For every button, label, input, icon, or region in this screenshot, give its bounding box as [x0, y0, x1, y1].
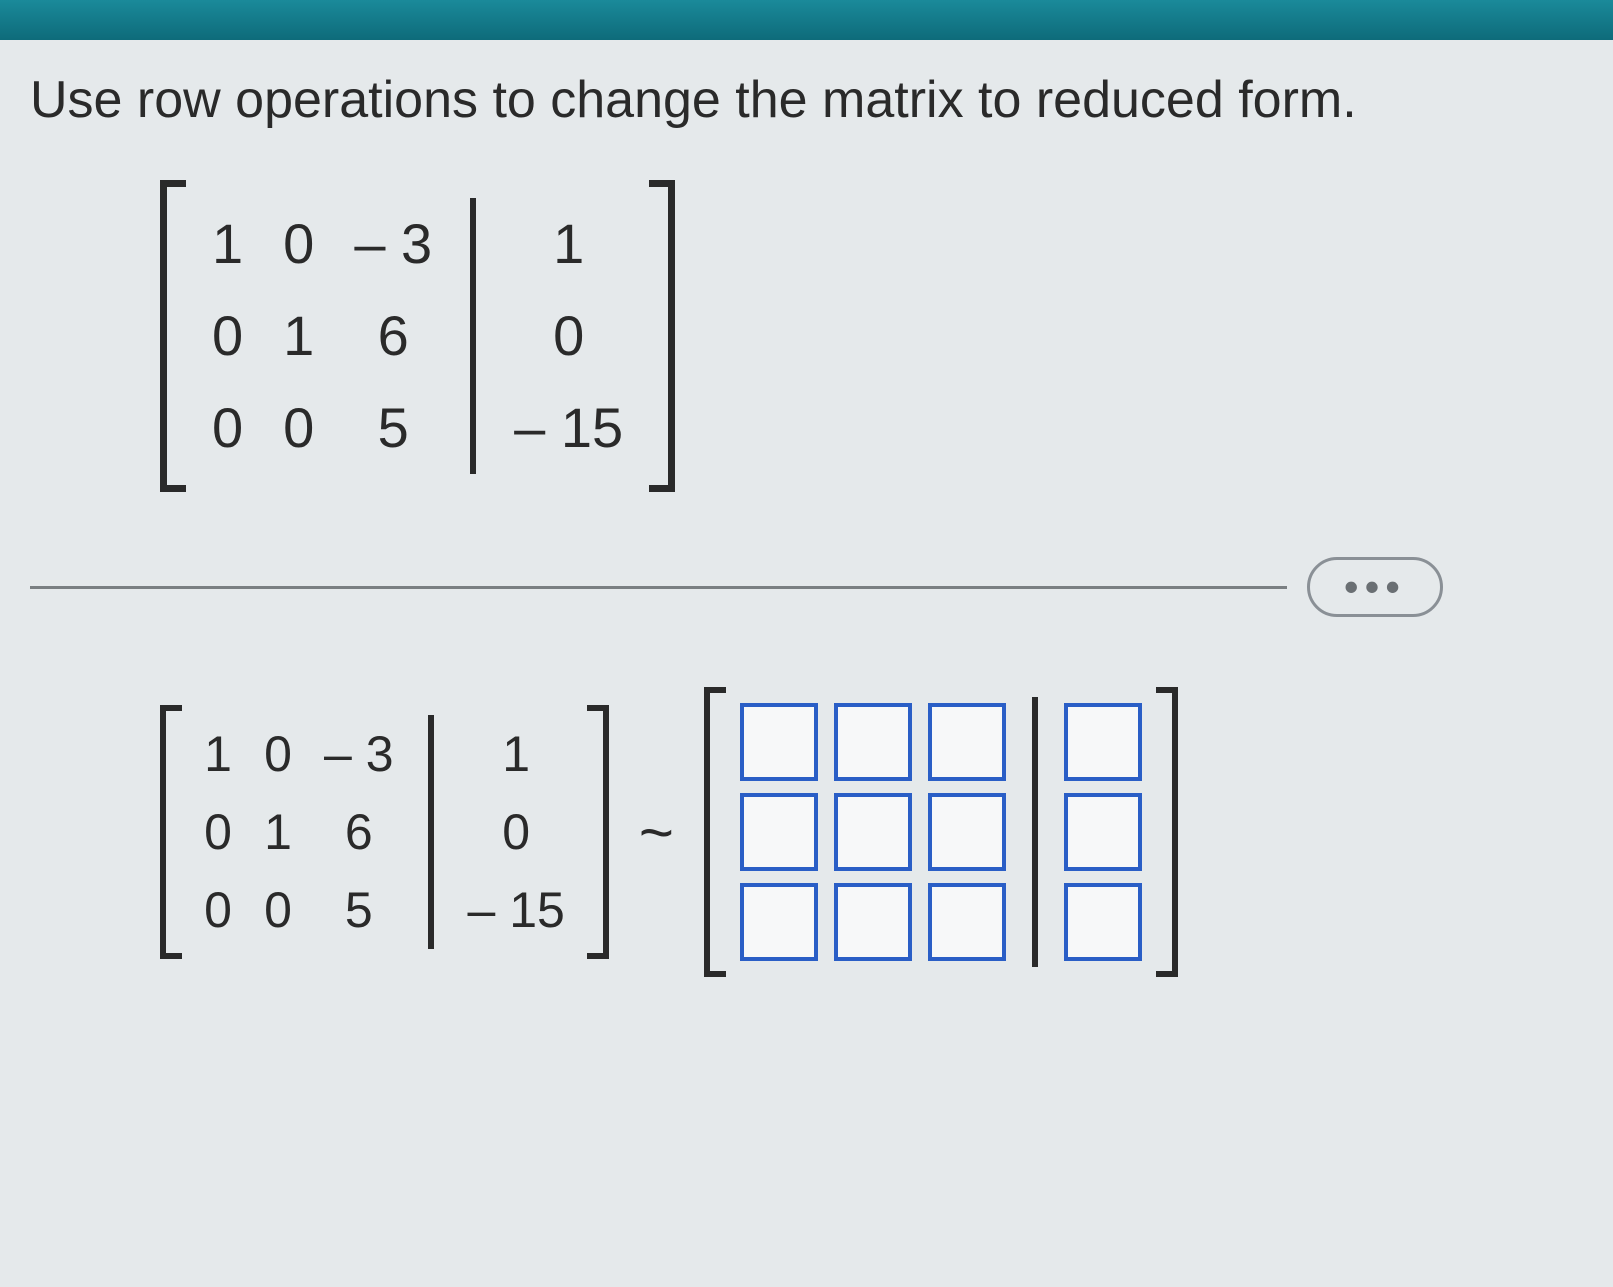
- answer-input-r1aug[interactable]: [1064, 703, 1142, 781]
- matrix-cell: 6: [334, 290, 452, 382]
- matrix-cell: – 3: [308, 715, 410, 793]
- answer-input-r3c3[interactable]: [928, 883, 1006, 961]
- matrix-cell: – 15: [494, 382, 643, 474]
- matrix-cell: 1: [263, 290, 334, 382]
- bracket-right-icon: [653, 180, 675, 492]
- left-matrix: 1 0 0 0 1 0 – 3 6 5 1 0 – 1: [160, 705, 609, 959]
- matrix-cell: 1: [494, 198, 643, 290]
- matrix-cell: 5: [308, 871, 410, 949]
- matrix-cell: 0: [248, 871, 308, 949]
- more-button[interactable]: •••: [1307, 557, 1443, 617]
- instruction-text: Use row operations to change the matrix …: [30, 70, 1583, 130]
- bracket-left-icon: [704, 687, 726, 977]
- given-matrix: 1 0 0 0 1 0 – 3 6 5 1 0 – 1: [160, 180, 675, 492]
- section-divider: •••: [30, 557, 1583, 617]
- answer-input-r3c1[interactable]: [740, 883, 818, 961]
- answer-row: 1 0 0 0 1 0 – 3 6 5 1 0 – 1: [160, 687, 1583, 977]
- answer-input-r2aug[interactable]: [1064, 793, 1142, 871]
- answer-input-r2c2[interactable]: [834, 793, 912, 871]
- answer-input-r2c3[interactable]: [928, 793, 1006, 871]
- matrix-cell: 1: [452, 715, 581, 793]
- bracket-left-icon: [160, 180, 182, 492]
- matrix-cell: 1: [248, 793, 308, 871]
- answer-matrix: [704, 687, 1178, 977]
- matrix-cell: 0: [494, 290, 643, 382]
- matrix-cell: 0: [192, 382, 263, 474]
- answer-input-r2c1[interactable]: [740, 793, 818, 871]
- matrix-cell: 0: [452, 793, 581, 871]
- matrix-cell: 0: [263, 382, 334, 474]
- tilde-symbol: ~: [639, 798, 674, 867]
- app-top-bar: [0, 0, 1613, 40]
- matrix-cell: 0: [188, 871, 248, 949]
- augment-bar-icon: [1032, 697, 1038, 967]
- matrix-cell: 0: [263, 198, 334, 290]
- answer-input-r1c1[interactable]: [740, 703, 818, 781]
- divider-line: [30, 586, 1287, 589]
- answer-input-r3c2[interactable]: [834, 883, 912, 961]
- matrix-cell: 1: [188, 715, 248, 793]
- bracket-right-icon: [1156, 687, 1178, 977]
- matrix-cell: – 15: [452, 871, 581, 949]
- bracket-left-icon: [160, 705, 182, 959]
- bracket-right-icon: [587, 705, 609, 959]
- matrix-cell: 0: [248, 715, 308, 793]
- answer-input-r1c3[interactable]: [928, 703, 1006, 781]
- augment-bar-icon: [428, 715, 434, 949]
- matrix-cell: 0: [192, 290, 263, 382]
- matrix-cell: 0: [188, 793, 248, 871]
- answer-input-r3aug[interactable]: [1064, 883, 1142, 961]
- question-content: Use row operations to change the matrix …: [0, 40, 1613, 1287]
- matrix-cell: 1: [192, 198, 263, 290]
- matrix-cell: 5: [334, 382, 452, 474]
- augment-bar-icon: [470, 198, 476, 474]
- matrix-cell: – 3: [334, 198, 452, 290]
- given-matrix-region: 1 0 0 0 1 0 – 3 6 5 1 0 – 1: [160, 180, 1583, 497]
- matrix-cell: 6: [308, 793, 410, 871]
- answer-input-r1c2[interactable]: [834, 703, 912, 781]
